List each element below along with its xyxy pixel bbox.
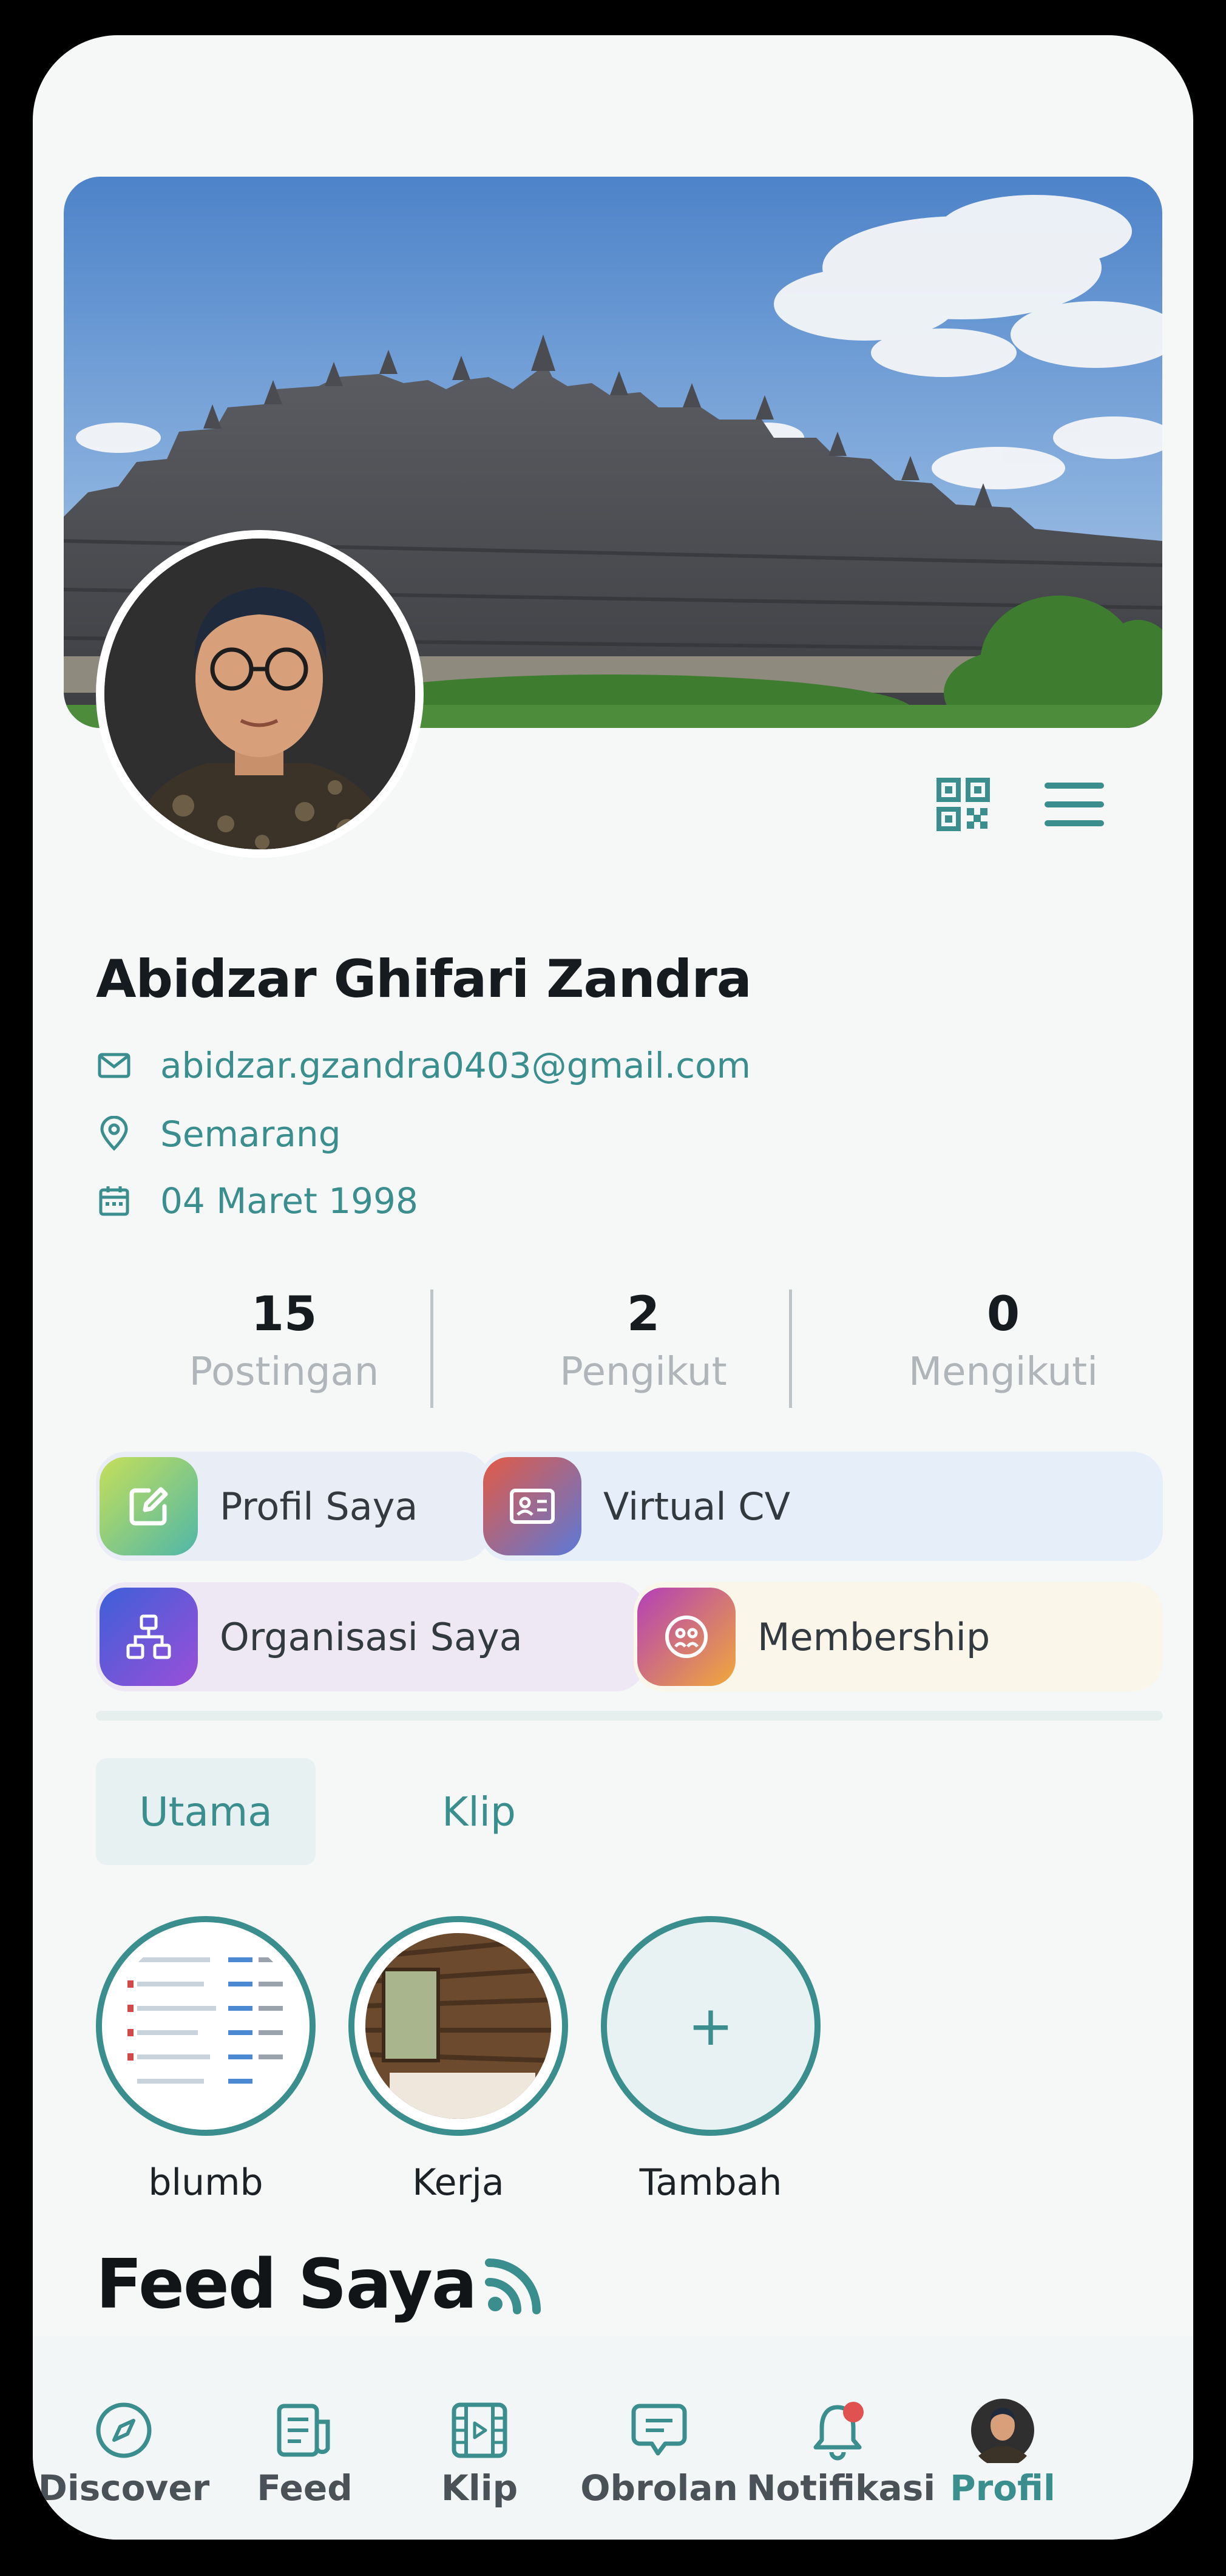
- birthdate-row: 04 Maret 1998: [96, 1180, 418, 1222]
- birthdate-text: 04 Maret 1998: [160, 1180, 418, 1222]
- highlight-label: Kerja: [412, 2161, 504, 2204]
- membership-group-icon: [637, 1588, 736, 1686]
- add-highlight-button[interactable]: + Tambah: [601, 1916, 821, 2204]
- membership-label: Membership: [757, 1614, 991, 1659]
- location-pin-icon: [100, 1116, 128, 1151]
- feed-section-title: Feed Saya: [96, 2245, 545, 2324]
- stat-value: 15: [251, 1287, 317, 1342]
- highlight-label: blumb: [148, 2161, 263, 2204]
- avatar-icon: [971, 2399, 1034, 2463]
- stat-divider: [789, 1290, 792, 1408]
- profile-screen: Abidzar Ghifari Zandra abidzar.gzandra04…: [33, 35, 1193, 2540]
- location-text: Semarang: [160, 1113, 341, 1155]
- highlight-label: Tambah: [639, 2161, 782, 2204]
- stat-pengikut[interactable]: 2 Pengikut: [479, 1284, 807, 1399]
- nav-feed[interactable]: Feed: [214, 2397, 396, 2509]
- calendar-icon: [99, 1186, 129, 1216]
- membership-button[interactable]: Membership: [634, 1582, 1163, 1691]
- bell-icon: [813, 2402, 864, 2461]
- email-text[interactable]: abidzar.gzandra0403@gmail.com: [160, 1045, 751, 1086]
- edit-icon: [100, 1457, 198, 1555]
- nav-label: Notifikasi: [747, 2467, 936, 2509]
- notification-dot: [843, 2402, 864, 2422]
- feed-icon: [277, 2404, 330, 2457]
- profil-saya-label: Profil Saya: [220, 1484, 418, 1529]
- nav-klip[interactable]: Klip: [388, 2397, 571, 2509]
- feed-title-text: Feed Saya: [96, 2245, 477, 2324]
- organisasi-saya-label: Organisasi Saya: [220, 1614, 523, 1659]
- avatar-illustration: [104, 539, 415, 849]
- organisasi-saya-button[interactable]: Organisasi Saya: [96, 1582, 646, 1691]
- highlight-thumbnail: [365, 1933, 551, 2119]
- stat-divider: [430, 1290, 433, 1408]
- stat-postingan[interactable]: 15 Postingan: [120, 1284, 448, 1399]
- section-divider: [96, 1711, 1163, 1721]
- nav-label: Profil: [950, 2467, 1055, 2509]
- mail-icon: [98, 1053, 130, 1078]
- organization-chart-icon: [100, 1588, 198, 1686]
- stat-label: Postingan: [189, 1350, 379, 1395]
- qr-code-icon[interactable]: [936, 778, 990, 831]
- compass-icon: [96, 2402, 152, 2458]
- stat-mengikuti[interactable]: 0 Mengikuti: [839, 1284, 1167, 1399]
- highlight-thumbnail: [113, 1933, 299, 2119]
- chat-icon: [631, 2404, 687, 2456]
- location-row: Semarang: [96, 1113, 341, 1155]
- stat-label: Pengikut: [560, 1350, 727, 1395]
- tab-klip[interactable]: Klip: [379, 1758, 579, 1865]
- email-row: abidzar.gzandra0403@gmail.com: [96, 1044, 751, 1087]
- nav-obrolan[interactable]: Obrolan: [568, 2397, 750, 2509]
- nav-profil[interactable]: Profil: [912, 2397, 1094, 2509]
- highlight-ring: [96, 1916, 316, 2136]
- profil-saya-button[interactable]: Profil Saya: [96, 1452, 490, 1561]
- profile-name: Abidzar Ghifari Zandra: [96, 949, 752, 1010]
- highlight-blumb[interactable]: blumb: [96, 1916, 316, 2204]
- stat-label: Mengikuti: [908, 1350, 1099, 1395]
- profile-avatar[interactable]: [96, 530, 424, 858]
- nav-label: Obrolan: [580, 2467, 738, 2509]
- film-icon: [452, 2402, 507, 2458]
- nav-label: Discover: [38, 2467, 210, 2509]
- nav-label: Feed: [257, 2467, 353, 2509]
- stat-value: 2: [626, 1287, 660, 1342]
- nav-label: Klip: [441, 2467, 518, 2509]
- stat-value: 0: [986, 1287, 1020, 1342]
- nav-discover[interactable]: Discover: [33, 2397, 215, 2509]
- tab-utama[interactable]: Utama: [96, 1758, 316, 1865]
- highlight-ring: [348, 1916, 568, 2136]
- highlight-ring: +: [601, 1916, 821, 2136]
- plus-icon: +: [688, 1994, 734, 2058]
- rss-feed-icon: [485, 2258, 541, 2314]
- virtual-cv-label: Virtual CV: [603, 1484, 791, 1529]
- id-card-icon: [483, 1457, 581, 1555]
- virtual-cv-button[interactable]: Virtual CV: [479, 1452, 1163, 1561]
- hamburger-menu-icon[interactable]: [1044, 781, 1105, 828]
- nav-notifikasi[interactable]: Notifikasi: [747, 2397, 936, 2509]
- highlight-kerja[interactable]: Kerja: [348, 1916, 568, 2204]
